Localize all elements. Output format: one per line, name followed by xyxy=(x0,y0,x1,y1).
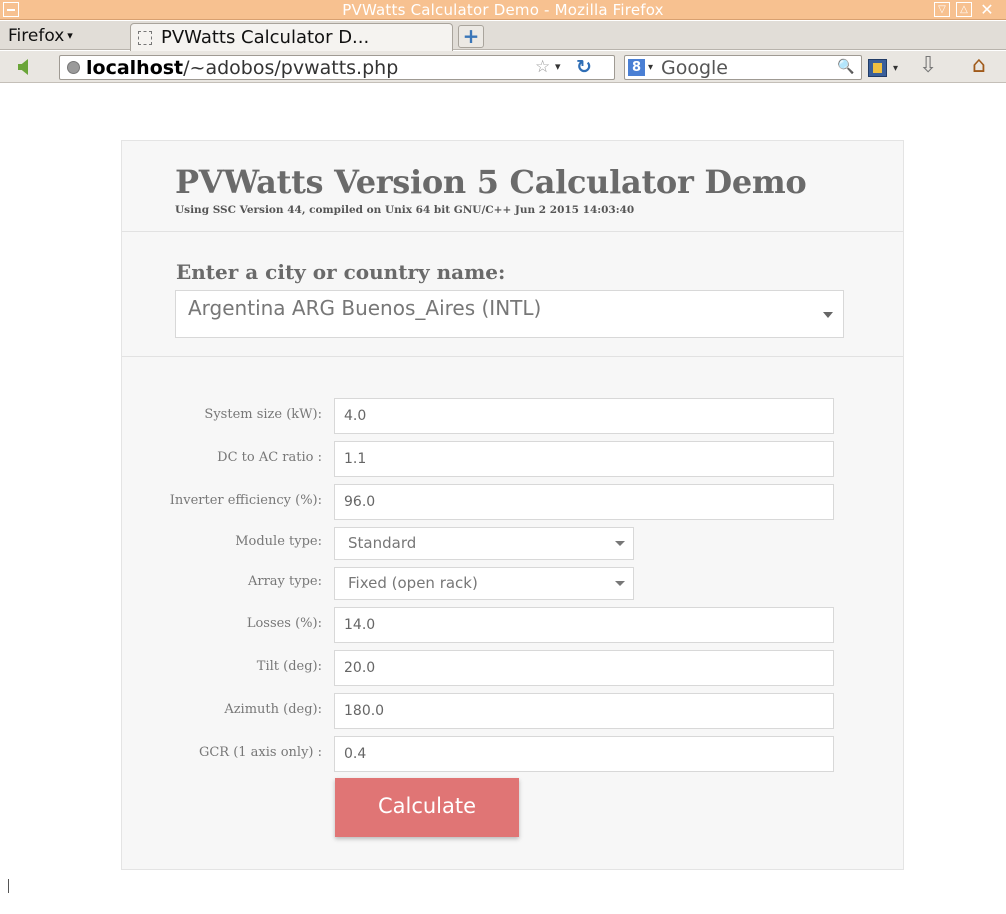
search-bar[interactable]: 8 ▾ Google 🔍 xyxy=(624,55,862,80)
form-row-gcr: GCR (1 axis only) : 0.4 xyxy=(122,736,903,772)
gcr-input[interactable]: 0.4 xyxy=(334,736,834,772)
form-row-tilt: Tilt (deg): 20.0 xyxy=(122,650,903,686)
tab-label: PVWatts Calculator D... xyxy=(161,27,370,48)
calculate-button[interactable]: Calculate xyxy=(335,778,519,837)
array-type-value: Fixed (open rack) xyxy=(348,574,478,592)
search-icon[interactable]: 🔍 xyxy=(837,59,854,75)
calculator-card: PVWatts Version 5 Calculator Demo Using … xyxy=(121,140,904,870)
navigation-bar: localhost/~adobos/pvwatts.php ☆ ▾ ↻ 8 ▾ … xyxy=(0,51,1006,83)
gcr-label: GCR (1 axis only) : xyxy=(198,745,322,760)
chevron-down-icon: ▾ xyxy=(67,29,73,42)
page-favicon-icon xyxy=(138,31,152,45)
bookmarks-caret-icon[interactable]: ▾ xyxy=(893,63,898,74)
url-history-dropdown-icon[interactable]: ▾ xyxy=(555,60,561,73)
azimuth-label: Azimuth (deg): xyxy=(224,702,322,717)
maximize-icon[interactable]: △ xyxy=(956,2,972,17)
page-title: PVWatts Version 5 Calculator Demo xyxy=(175,163,807,201)
edge-marker xyxy=(8,879,9,893)
bookmark-star-icon[interactable]: ☆ xyxy=(535,57,550,77)
tilt-label: Tilt (deg): xyxy=(256,659,322,674)
tab-strip: Firefox ▾ PVWatts Calculator D... + xyxy=(0,21,1006,51)
card-header: PVWatts Version 5 Calculator Demo Using … xyxy=(122,141,903,232)
bookmarks-icon[interactable] xyxy=(868,59,887,77)
chevron-down-icon xyxy=(615,541,625,546)
form-row-system-size: System size (kW): 4.0 xyxy=(122,398,903,434)
losses-input[interactable]: 14.0 xyxy=(334,607,834,643)
array-type-select[interactable]: Fixed (open rack) xyxy=(334,567,634,600)
globe-icon xyxy=(67,61,80,74)
inverter-efficiency-label: Inverter efficiency (%): xyxy=(169,493,322,508)
dc-ac-ratio-input[interactable]: 1.1 xyxy=(334,441,834,477)
tab-pvwatts[interactable]: PVWatts Calculator D... xyxy=(130,23,453,51)
url-text[interactable]: localhost/~adobos/pvwatts.php xyxy=(86,57,398,79)
firefox-menu-label: Firefox xyxy=(8,26,65,46)
address-bar[interactable]: localhost/~adobos/pvwatts.php ☆ ▾ ↻ xyxy=(59,55,615,80)
url-host: localhost xyxy=(86,57,184,79)
back-arrow-icon[interactable] xyxy=(18,59,28,75)
form-row-dc-ac-ratio: DC to AC ratio : 1.1 xyxy=(122,441,903,477)
url-path: /~adobos/pvwatts.php xyxy=(183,57,399,79)
search-engine-name: Google xyxy=(661,57,729,79)
window-title: PVWatts Calculator Demo - Mozilla Firefo… xyxy=(342,1,664,19)
system-size-input[interactable]: 4.0 xyxy=(334,398,834,434)
download-icon[interactable]: ⇩ xyxy=(919,53,937,78)
location-label: Enter a city or country name: xyxy=(176,260,506,284)
inverter-efficiency-input[interactable]: 96.0 xyxy=(334,484,834,520)
location-section: Enter a city or country name: Argentina … xyxy=(122,233,903,357)
window-titlebar: PVWatts Calculator Demo - Mozilla Firefo… xyxy=(0,0,1006,20)
firefox-menu-button[interactable]: Firefox ▾ xyxy=(8,26,73,46)
azimuth-input[interactable]: 180.0 xyxy=(334,693,834,729)
module-type-label: Module type: xyxy=(235,534,322,549)
search-engine-icon[interactable]: 8 xyxy=(628,59,645,76)
location-selected-value: Argentina ARG Buenos_Aires (INTL) xyxy=(188,296,542,320)
form-row-losses: Losses (%): 14.0 xyxy=(122,607,903,643)
page-subtitle: Using SSC Version 44, compiled on Unix 6… xyxy=(175,204,635,216)
tilt-input[interactable]: 20.0 xyxy=(334,650,834,686)
reload-icon[interactable]: ↻ xyxy=(576,56,592,78)
module-type-value: Standard xyxy=(348,534,417,552)
form-row-module-type: Module type: Standard xyxy=(122,527,903,563)
form-row-array-type: Array type: Fixed (open rack) xyxy=(122,567,903,603)
module-type-select[interactable]: Standard xyxy=(334,527,634,560)
losses-label: Losses (%): xyxy=(246,616,322,631)
dc-ac-ratio-label: DC to AC ratio : xyxy=(217,450,322,465)
form-row-azimuth: Azimuth (deg): 180.0 xyxy=(122,693,903,729)
location-select[interactable]: Argentina ARG Buenos_Aires (INTL) xyxy=(175,290,844,338)
chevron-down-icon xyxy=(823,312,833,318)
form-row-inverter-efficiency: Inverter efficiency (%): 96.0 xyxy=(122,484,903,520)
search-engine-caret-icon[interactable]: ▾ xyxy=(648,62,653,73)
chevron-down-icon xyxy=(615,581,625,586)
page-viewport: PVWatts Version 5 Calculator Demo Using … xyxy=(0,84,1006,914)
system-size-label: System size (kW): xyxy=(204,407,322,422)
minimize-icon[interactable]: ▽ xyxy=(934,2,950,17)
close-icon[interactable]: ✕ xyxy=(979,2,995,18)
home-icon[interactable]: ⌂ xyxy=(972,53,986,78)
array-type-label: Array type: xyxy=(247,574,322,589)
new-tab-button[interactable]: + xyxy=(458,25,484,48)
